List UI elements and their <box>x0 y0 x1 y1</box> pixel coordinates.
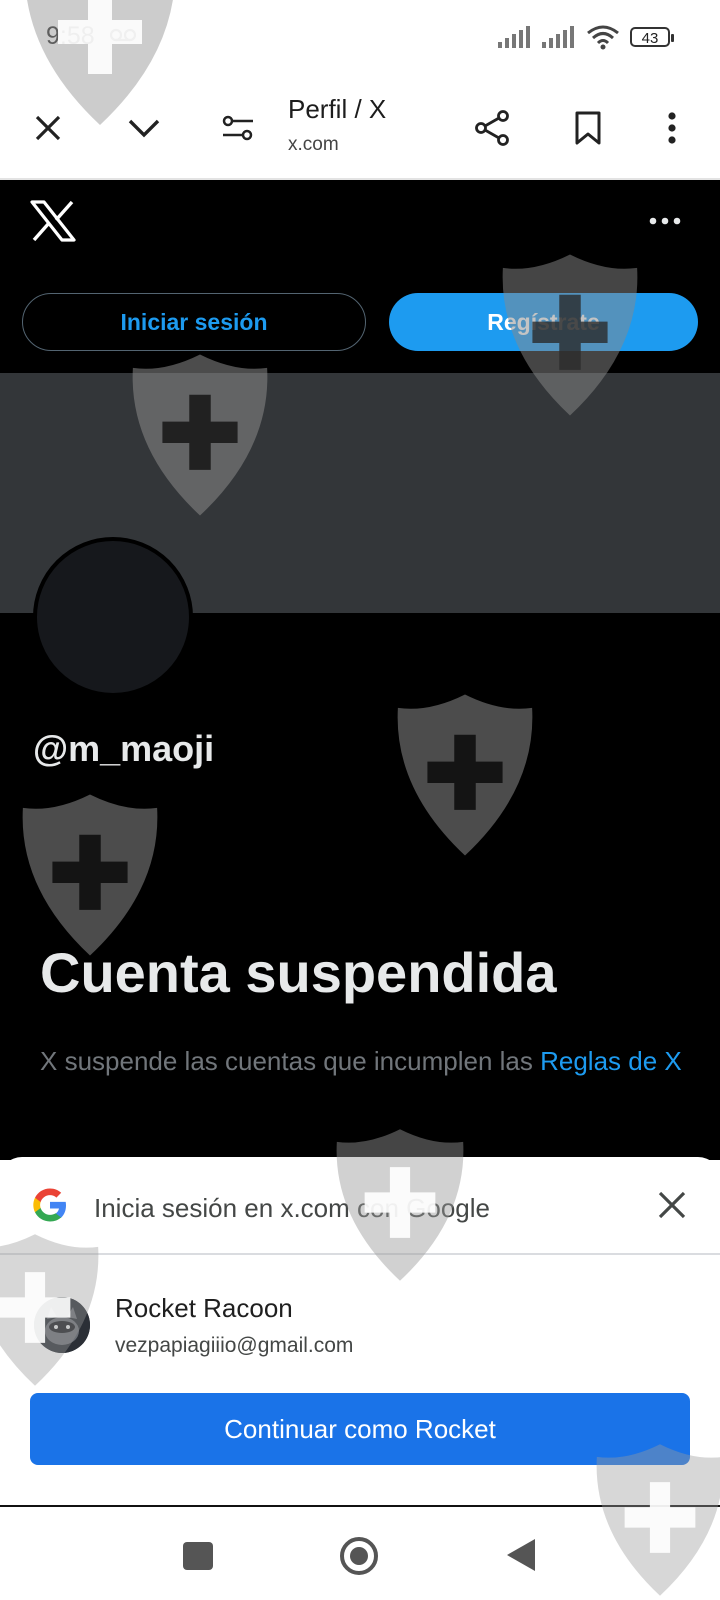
bookmark-icon[interactable] <box>564 104 612 152</box>
x-profile-page: Iniciar sesión Regístrate @m_maoji Cuent… <box>0 180 720 1160</box>
divider <box>0 1253 720 1255</box>
login-button[interactable]: Iniciar sesión <box>22 293 366 351</box>
signup-button[interactable]: Regístrate <box>389 293 698 351</box>
profile-avatar <box>33 537 193 697</box>
system-nav-bar <box>0 1505 720 1600</box>
back-icon[interactable] <box>505 1537 537 1573</box>
google-logo-icon <box>33 1188 66 1222</box>
status-time: 9:58 <box>46 22 95 50</box>
home-icon[interactable] <box>338 1535 380 1577</box>
x-logo-icon[interactable] <box>30 200 76 242</box>
voicemail-icon <box>110 28 136 42</box>
signal-icon <box>498 26 530 48</box>
rules-link[interactable]: Reglas de X <box>540 1046 682 1076</box>
account-name: Rocket Racoon <box>115 1293 293 1323</box>
battery-icon: 43 <box>630 27 674 47</box>
page-title[interactable]: Perfil / X <box>288 94 386 125</box>
google-signin-sheet: Inicia sesión en x.com con Google Rocket… <box>0 1157 720 1507</box>
page-url[interactable]: x.com <box>288 134 339 156</box>
sheet-title: Inicia sesión en x.com con Google <box>94 1193 490 1223</box>
close-icon[interactable] <box>652 1185 692 1225</box>
suspended-description: X suspende las cuentas que incumplen las… <box>40 1042 690 1080</box>
continue-button[interactable]: Continuar como Rocket <box>30 1393 690 1465</box>
page-settings-icon[interactable] <box>214 104 262 152</box>
more-horizontal-icon[interactable] <box>648 216 682 226</box>
share-icon[interactable] <box>468 104 516 152</box>
wifi-icon <box>587 25 619 50</box>
profile-handle: @m_maoji <box>33 728 215 769</box>
chevron-down-icon[interactable] <box>120 104 168 152</box>
close-icon[interactable] <box>24 104 72 152</box>
signal-icon <box>542 26 574 48</box>
more-vert-icon[interactable] <box>648 104 696 152</box>
browser-toolbar: Perfil / X x.com <box>0 78 720 180</box>
suspended-text: X suspende las cuentas que incumplen las <box>40 1046 541 1076</box>
account-email: vezpapiagiiio@gmail.com <box>115 1334 354 1357</box>
recents-icon[interactable] <box>183 1542 213 1570</box>
suspended-title: Cuenta suspendida <box>40 941 557 1004</box>
account-avatar[interactable] <box>34 1297 90 1353</box>
status-bar: 9:58 43 <box>0 0 720 78</box>
